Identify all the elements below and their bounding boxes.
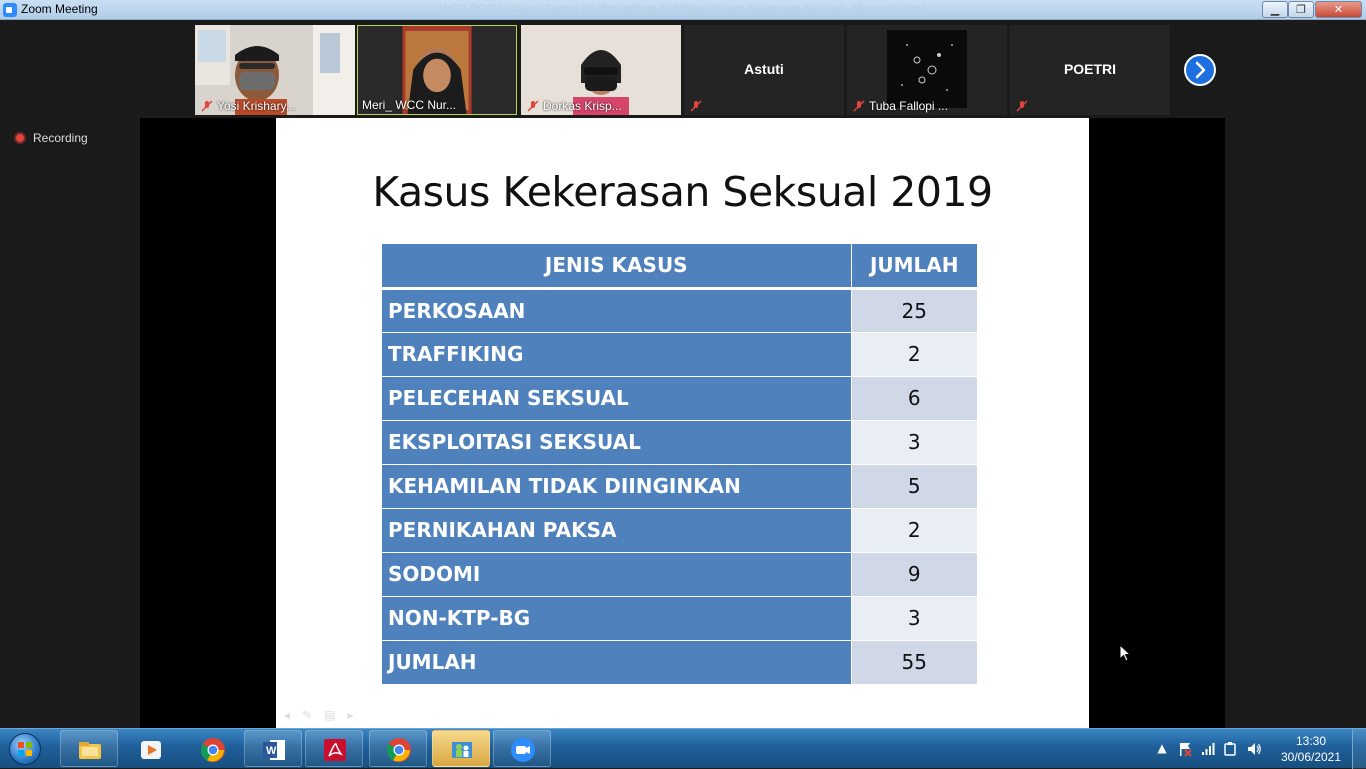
taskbar-file-explorer[interactable] [60,730,118,767]
case-count: 5 [851,464,977,509]
case-kind-total: JUMLAH [382,640,852,685]
show-desktop-button[interactable] [1352,729,1366,769]
folder-icon [79,742,101,759]
participant-tile-active-speaker[interactable]: Meri_ WCC Nur... [357,25,517,115]
participant-tile[interactable]: Dorkas Krisp... [521,25,681,115]
record-dot-icon [14,132,26,144]
recording-label: Recording [33,131,88,145]
column-header-count: JUMLAH [851,244,977,290]
taskbar-clock[interactable]: 13:30 30/06/2021 [1276,733,1346,765]
muted-mic-icon [201,100,213,112]
chrome-icon [200,738,225,762]
participant-tile[interactable]: Astuti [684,25,844,115]
table-row: TRAFFIKING 2 [382,332,977,377]
case-kind: PERNIKAHAN PAKSA [382,508,852,553]
participant-strip: Yosi Krishary... Meri_ WCC Nur... Dorkas… [0,20,1366,118]
background-window-title: WCC-PCCU: Diskusi Daring 30 Minuteshare … [440,3,927,15]
taskbar-acrobat[interactable] [305,730,363,767]
network-people-icon [452,742,472,758]
zoom-icon [511,738,535,762]
table-header-row: JENIS KASUS JUMLAH [382,244,977,290]
case-count: 6 [851,376,977,421]
close-button[interactable]: ✕ [1315,1,1362,18]
svg-text:W: W [266,745,277,757]
device-icon[interactable] [1222,741,1238,757]
media-player-icon [141,741,161,759]
next-page-arrow-button[interactable] [1184,54,1216,86]
case-kind: TRAFFIKING [382,332,852,377]
table-total-row: JUMLAH 55 [382,640,977,685]
muted-mic-icon [853,100,865,112]
cases-table: JENIS KASUS JUMLAH PERKOSAAN 25 TRAFFIKIN… [382,244,977,685]
case-count: 9 [851,552,977,597]
case-count: 3 [851,420,977,465]
muted-mic-icon [690,100,702,112]
previous-slide-icon[interactable]: ◂ [284,708,302,722]
participant-tile[interactable]: Yosi Krishary... [195,25,355,115]
window-title: Zoom Meeting [21,2,98,16]
case-kind: PERKOSAAN [382,288,852,333]
table-row: NON-KTP-BG 3 [382,596,977,641]
clock-date: 30/06/2021 [1280,750,1342,764]
participant-name: Meri_ WCC Nur... [362,98,457,112]
participant-name: Yosi Krishary... [217,99,296,113]
slideshow-toolbar[interactable]: ◂✎▤▸ [284,708,365,722]
table-row: EKSPLOITASI SEKSUAL 3 [382,420,977,465]
taskbar-network-app[interactable] [432,730,490,767]
taskbar-chrome-2[interactable] [369,730,427,767]
show-hidden-icons-icon[interactable]: ▲ [1154,741,1170,757]
participant-name: Tuba Fallopi ... [869,99,948,113]
participant-name: POETRI [1063,61,1117,77]
signal-strength-icon[interactable] [1200,741,1216,757]
table-row: KEHAMILAN TIDAK DIINGINKAN 5 [382,464,977,509]
column-header-kind: JENIS KASUS [382,244,852,290]
case-kind: PELECEHAN SEKSUAL [382,376,852,421]
muted-mic-icon [1016,100,1028,112]
slide-menu-icon[interactable]: ▤ [324,708,347,722]
case-count: 25 [851,288,977,333]
volume-icon[interactable] [1246,741,1262,757]
slide-title: Kasus Kekerasan Seksual 2019 [372,168,993,216]
participant-tile[interactable]: Tuba Fallopi ... [847,25,1007,115]
case-kind: SODOMI [382,552,852,597]
participant-tile[interactable]: POETRI [1010,25,1170,115]
action-center-flag-icon[interactable] [1177,741,1193,757]
case-count: 2 [851,508,977,553]
chrome-icon [386,738,411,762]
pdf-reader-icon [324,739,346,761]
table-row: PERNIKAHAN PAKSA 2 [382,508,977,553]
table-row: PELECEHAN SEKSUAL 6 [382,376,977,421]
mouse-cursor-icon [1119,644,1131,662]
pen-icon[interactable]: ✎ [302,708,324,722]
minimize-button[interactable]: ▁ [1262,1,1288,18]
zoom-app-icon [3,3,17,17]
taskbar-chrome[interactable] [183,730,241,767]
start-button[interactable] [4,730,46,768]
table-row: SODOMI 9 [382,552,977,597]
participant-name: Astuti [744,61,784,77]
participant-name: Dorkas Krisp... [543,99,622,113]
word-icon: W [263,740,285,760]
case-count-total: 55 [851,640,977,685]
table-row: PERKOSAAN 25 [382,288,977,333]
shared-slide: Kasus Kekerasan Seksual 2019 JENIS KASUS… [276,118,1089,728]
case-count: 2 [851,332,977,377]
case-kind: EKSPLOITASI SEKSUAL [382,420,852,465]
next-slide-icon[interactable]: ▸ [347,708,365,722]
taskbar-zoom[interactable] [493,730,551,767]
clock-time: 13:30 [1295,734,1327,748]
maximize-button[interactable]: ❐ [1288,1,1314,18]
taskbar-media-player[interactable] [121,730,179,767]
windows-logo-icon [18,742,32,756]
window-titlebar[interactable]: Zoom Meeting WCC-PCCU: Diskusi Daring 30… [0,0,1366,20]
taskbar-word[interactable]: W [244,730,302,767]
case-kind: KEHAMILAN TIDAK DIINGINKAN [382,464,852,509]
windows-taskbar: W ▲ 13:30 30/06/2021 [0,728,1366,769]
case-kind: NON-KTP-BG [382,596,852,641]
chevron-right-icon [1195,61,1206,79]
case-count: 3 [851,596,977,641]
muted-mic-icon [527,100,539,112]
